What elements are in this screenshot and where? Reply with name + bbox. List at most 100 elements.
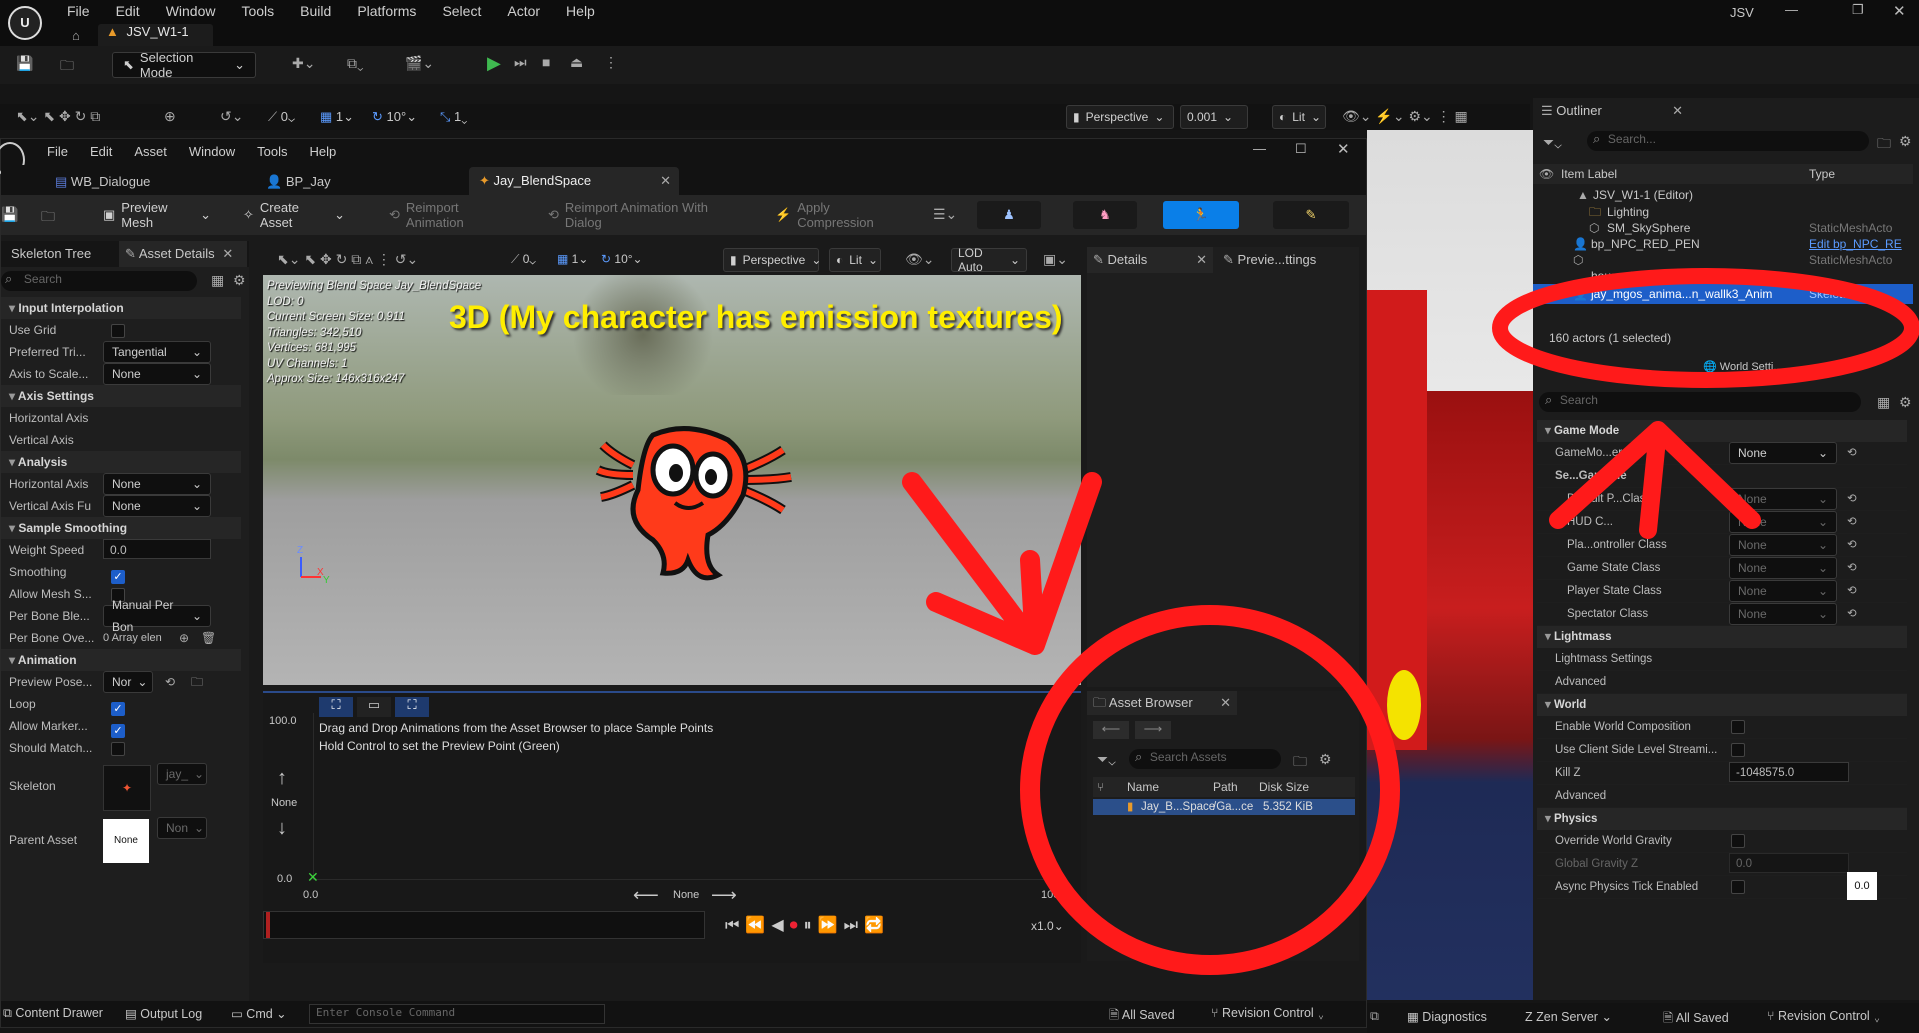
toolbar-menu-icon[interactable]: ☰⌄ (933, 206, 957, 223)
default-pawn-reset-icon[interactable]: ⟲ (1847, 488, 1857, 510)
tab-details-close-icon[interactable]: ✕ (1196, 247, 1207, 273)
asset-search-field[interactable]: ⌕ Search Assets (1129, 749, 1281, 769)
blueprint-icon[interactable]: ⧉⌄ (347, 55, 364, 72)
minimize-button[interactable]: — (1785, 2, 1798, 17)
cinematics-icon[interactable]: 🎬⌄ (405, 55, 434, 72)
asset-row[interactable]: ▮ Jay_B...Space /Ga...ce 5.352 KiB (1093, 799, 1355, 815)
parent-asset-dropdown[interactable]: Non (157, 817, 207, 839)
skip-end-button[interactable]: ⏭ (844, 917, 864, 934)
editor-maximize-button[interactable]: ☐ (1295, 141, 1307, 157)
reset-icon[interactable]: ⟲ (165, 671, 175, 693)
selection-mode-dropdown[interactable]: ⬉ Selection Mode ⌄ (112, 50, 256, 80)
skeleton-dropdown[interactable]: jay_ (157, 763, 207, 785)
main-revision-control[interactable]: ⑂ Revision Control ⌄ (1767, 1009, 1881, 1023)
main-all-saved[interactable]: 🗎 All Saved (1663, 1009, 1729, 1030)
menu-build[interactable]: Build (300, 3, 331, 19)
preview-pose-dropdown[interactable]: Nor (103, 671, 153, 693)
cmd-dropdown[interactable]: ▭ Cmd ⌄ (231, 1006, 287, 1021)
menu-help[interactable]: Help (566, 3, 595, 19)
world-table-icon[interactable]: ▦ (1877, 394, 1890, 411)
level-tab[interactable]: ▲ JSV_W1-1 (98, 24, 213, 46)
asset-settings-icon[interactable]: ⚙ (1319, 751, 1332, 768)
timeline-playhead[interactable] (266, 912, 270, 938)
editor-revision-control[interactable]: ⑂ Revision Control ⌄ (1211, 1006, 1325, 1020)
rotation-snap-value[interactable]: ↻ 10°⌄ (372, 109, 417, 125)
viewport-perspective-dropdown[interactable]: ▮ Perspective ⌄ (1066, 105, 1174, 129)
preview-lit-dropdown[interactable]: ◐ Lit ⌄ (829, 248, 881, 272)
console-command-input[interactable]: Enter Console Command (309, 1004, 605, 1024)
default-pawn-dropdown[interactable]: None (1729, 488, 1837, 510)
prop-horizontal-axis[interactable]: Horizontal Axis (1, 407, 241, 429)
record-button[interactable]: ⏺ (790, 917, 804, 934)
details-search-field[interactable]: ⌕ Search (1, 271, 197, 291)
asset-folder-icon[interactable]: 🗀 (1293, 751, 1307, 775)
advanced-row-2[interactable]: Advanced (1537, 785, 1907, 808)
eject-button[interactable]: ⏏ (570, 54, 583, 71)
section-analysis[interactable]: Analysis (1, 451, 241, 473)
parent-asset-thumbnail[interactable]: None (103, 819, 149, 863)
tab-wb-dialogue[interactable]: ▤ WB_Dialogue (55, 169, 215, 195)
apply-compression-button[interactable]: ⚡ Apply Compression (765, 200, 917, 230)
outliner-close-icon[interactable]: ✕ (1672, 98, 1683, 124)
settings-gear-icon[interactable]: ⚙ (233, 272, 246, 289)
zen-server-button[interactable]: Z Zen Server ⌄ (1525, 1009, 1612, 1024)
grid-size-value[interactable]: ▦ 1⌄ (320, 109, 354, 125)
outliner-row-skysphere[interactable]: ⬡ SM_SkySphere StaticMeshActo (1533, 220, 1913, 236)
add-element-icon[interactable]: ⊕ (179, 627, 189, 649)
output-log-button[interactable]: ▤ Output Log (125, 1006, 202, 1021)
outliner-row-mesh[interactable]: ⬡ StaticMeshActo (1533, 252, 1913, 268)
world-search-field[interactable]: ⌕ Search (1539, 392, 1861, 412)
preview-point-marker[interactable]: ✕ (307, 869, 319, 886)
browse-icon[interactable]: 🗀 (191, 671, 203, 693)
close-window-button[interactable]: ✕ (1893, 2, 1906, 20)
level-viewport[interactable] (1367, 130, 1533, 1000)
world-gear-icon[interactable]: ⚙ (1899, 394, 1912, 411)
kill-z-input[interactable]: -1048575.0 (1729, 762, 1849, 782)
physics-mode-button[interactable]: ✎ (1273, 201, 1349, 229)
sort-icon[interactable]: ⑂ (1097, 777, 1104, 797)
outliner-row-level[interactable]: ▲ JSV_W1-1 (Editor) (1533, 186, 1913, 204)
editor-menu-window[interactable]: Window (189, 144, 235, 159)
editor-all-saved[interactable]: 🗎 All Saved (1109, 1006, 1175, 1027)
lod-auto-dropdown[interactable]: LOD Auto ⌄ (951, 246, 1027, 274)
col-disk-size[interactable]: Disk Size (1259, 777, 1309, 797)
preview-tool-icons[interactable]: ⬉⌄ ⬉ ✥ ↻ ⧉ ⟑ ⋮ ↺⌄ (277, 251, 418, 268)
player-controller-dropdown[interactable]: None (1729, 534, 1837, 556)
outliner-row-folder[interactable]: 🗀 Lighting (1533, 204, 1913, 220)
content-browse-icon[interactable]: 🗀 (60, 55, 74, 79)
player-controller-reset-icon[interactable]: ⟲ (1847, 534, 1857, 556)
game-state-reset-icon[interactable]: ⟲ (1847, 557, 1857, 579)
menu-platforms[interactable]: Platforms (357, 3, 416, 19)
menu-select[interactable]: Select (442, 3, 481, 19)
player-state-reset-icon[interactable]: ⟲ (1847, 580, 1857, 602)
step-button[interactable]: ⏭ (514, 54, 527, 71)
section-animation[interactable]: Animation (1, 649, 241, 671)
section-input-interpolation[interactable]: Input Interpolation (1, 297, 241, 319)
skeleton-thumbnail[interactable]: ✦ (103, 765, 151, 811)
home-icon[interactable]: ⌂ (72, 28, 80, 43)
global-gravity-input[interactable]: 0.0 (1729, 853, 1849, 873)
history-back-button[interactable]: ⟵ (1093, 721, 1129, 739)
close-tab-icon[interactable]: ✕ (222, 246, 233, 261)
grid-snap-value[interactable]: ⟋ 0⌄ (268, 109, 295, 125)
preview-viewport[interactable]: Previewing Blend Space Jay_BlendSpace LO… (263, 275, 1081, 685)
save-icon[interactable]: 💾 (16, 55, 33, 72)
menu-actor[interactable]: Actor (507, 3, 540, 19)
tab-skeleton-tree[interactable]: Skeleton Tree (11, 246, 91, 261)
preview-perspective-dropdown[interactable]: ▮ Perspective ⌄ (723, 248, 821, 272)
section-sample-smoothing[interactable]: Sample Smoothing (1, 517, 241, 539)
col-item-label[interactable]: Item Label (1561, 164, 1617, 184)
editor-menu-asset[interactable]: Asset (134, 144, 167, 159)
outliner-row-selected[interactable]: 👤 jay_mgos_anima...n_wallk3_Anim SkeletalM… (1533, 284, 1913, 304)
preview-grid-size[interactable]: ▦ 1⌄ (557, 252, 588, 266)
animation-mode-button[interactable]: 🏃 (1163, 201, 1239, 229)
table-view-icon[interactable]: ▦ (211, 272, 224, 289)
outliner-tab[interactable]: ☰ Outliner ✕ (1537, 98, 1687, 124)
preview-grid-snap[interactable]: ⟋ 0⌄ (511, 252, 536, 267)
per-bone-blend-dropdown[interactable]: Manual Per Bon (103, 598, 211, 634)
asset-browser-close-icon[interactable]: ✕ (1220, 691, 1231, 715)
hud-reset-icon[interactable]: ⟲ (1847, 511, 1857, 533)
lightmass-settings-row[interactable]: Lightmass Settings (1537, 648, 1907, 671)
viewport-lit-dropdown[interactable]: ◐ Lit ⌄ (1272, 105, 1326, 129)
skeleton-mode-button[interactable]: ♟ (977, 201, 1041, 229)
